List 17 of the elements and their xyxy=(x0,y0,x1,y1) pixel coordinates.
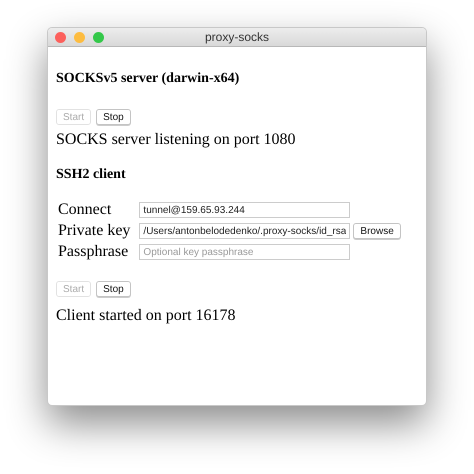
input-field[interactable]: Optional key passphrase xyxy=(139,244,350,260)
status-text: Client started on port 16178 xyxy=(56,307,236,325)
field-label: Connect xyxy=(58,201,112,219)
minimize-icon[interactable] xyxy=(74,32,85,43)
maximize-icon[interactable] xyxy=(93,32,104,43)
stop-button[interactable]: Stop xyxy=(96,281,131,297)
browse-button[interactable]: Browse xyxy=(353,223,401,239)
field-label: Private key xyxy=(58,222,132,240)
window-title: proxy-socks xyxy=(204,30,269,44)
stop-button[interactable]: Stop xyxy=(96,109,131,125)
input-field[interactable]: /Users/antonbelodedenko/.proxy-socks/id_rsa xyxy=(139,223,350,239)
status-text: SOCKS server listening on port 1080 xyxy=(56,131,296,149)
input-field[interactable]: tunnel@159.65.93.244 xyxy=(139,202,350,218)
section-heading: SOCKSv5 server (darwin-x64) xyxy=(56,71,240,87)
section-heading: SSH2 client xyxy=(56,167,126,183)
close-icon[interactable] xyxy=(55,32,66,43)
field-label: Passphrase xyxy=(58,243,130,261)
